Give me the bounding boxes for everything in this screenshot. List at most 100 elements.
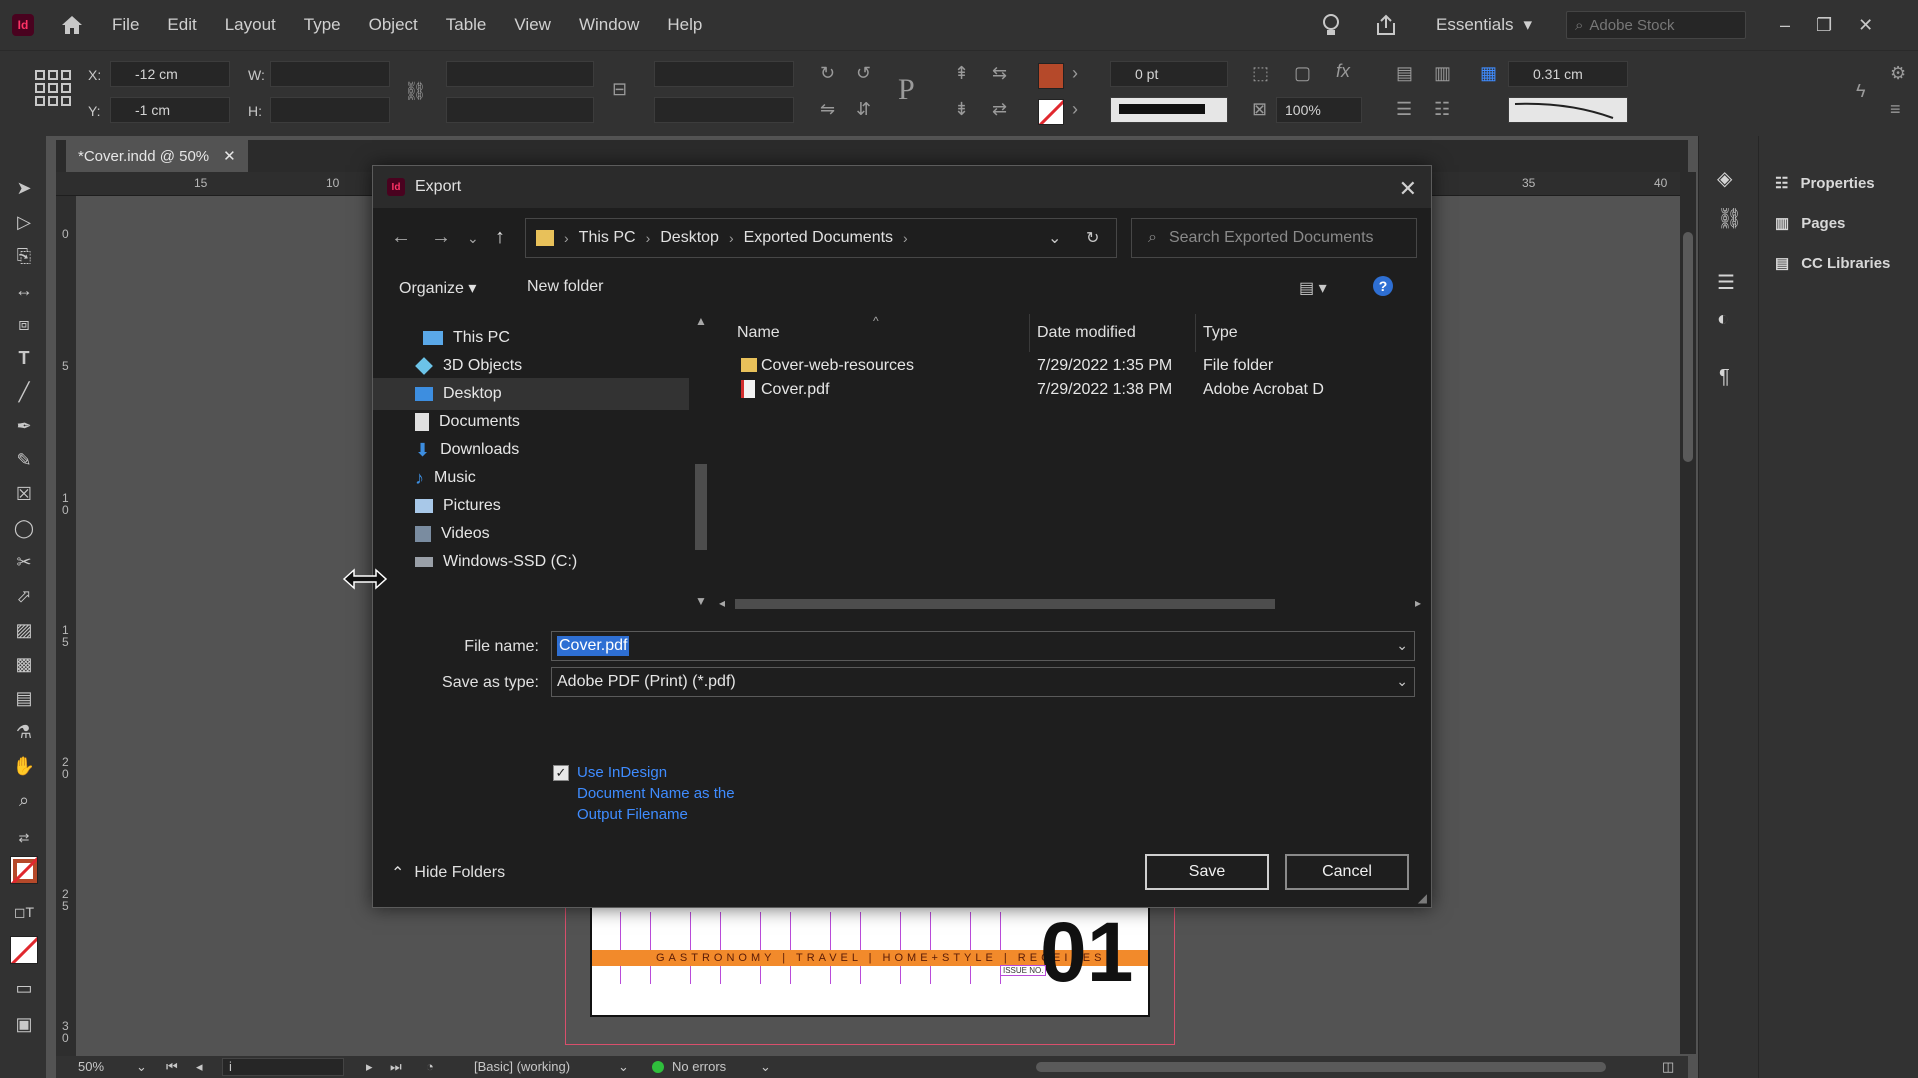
menu-view[interactable]: View [514, 15, 551, 35]
minimize-icon[interactable]: – [1780, 15, 1790, 36]
navigation-scrollbar[interactable]: ▲ ▼ [691, 314, 711, 612]
pencil-tool-icon[interactable]: ✎ [12, 448, 36, 472]
width-field[interactable] [270, 61, 390, 87]
open-page-icon[interactable]: ◔ [426, 1059, 434, 1074]
rectangle-frame-tool-icon[interactable]: ☒ [12, 482, 36, 506]
file-name-input[interactable]: Cover.pdf ⌄ [551, 631, 1415, 661]
stroke-type-select[interactable] [1110, 97, 1228, 123]
stroke-panel-icon[interactable]: ☰ [1717, 270, 1735, 295]
scroll-right-icon[interactable]: ▸ [1415, 596, 1421, 610]
split-view-icon[interactable]: ◫ [1662, 1059, 1674, 1075]
preflight-errors[interactable]: No errors [672, 1059, 726, 1074]
menu-file[interactable]: File [112, 15, 139, 35]
hide-folders-toggle[interactable]: ⌃ Hide Folders [391, 863, 505, 883]
distribute-icon[interactable]: ☷ [1434, 99, 1450, 120]
screen-mode-icon[interactable]: ▭ [12, 976, 36, 1000]
scroll-down-icon[interactable]: ▼ [695, 594, 707, 608]
panel-properties[interactable]: ☷ Properties [1775, 174, 1875, 193]
shear-field[interactable] [654, 97, 794, 123]
menu-table[interactable]: Table [446, 15, 487, 35]
swatches-icon[interactable]: ◐ [1717, 308, 1729, 331]
menu-window[interactable]: Window [579, 15, 639, 35]
select-next-icon[interactable]: ⇆ [992, 63, 1007, 84]
settings-gear-icon[interactable]: ⚙ [1890, 63, 1906, 84]
select-previous-icon[interactable]: ⇄ [992, 99, 1007, 120]
workspace-switcher[interactable]: Essentials ▾ [1436, 15, 1532, 35]
constrain-proportions-icon[interactable]: ⛓ [404, 81, 427, 102]
flip-horizontal-icon[interactable]: ⇋ [820, 99, 835, 120]
zoom-tool-icon[interactable]: ⌕ [12, 788, 36, 812]
panel-menu-icon[interactable]: ≡ [1890, 99, 1901, 120]
text-wrap-icon[interactable]: ▤ [1396, 63, 1413, 84]
use-document-name-option[interactable]: ✓ Use InDesign Document Name as the Outp… [553, 762, 737, 825]
rotate-ccw-icon[interactable]: ↺ [856, 63, 871, 84]
stroke-weight-field[interactable]: 0 pt [1110, 61, 1228, 87]
preview-mode-icon[interactable]: ▣ [12, 1012, 36, 1036]
layers-icon[interactable]: ◈ [1717, 166, 1732, 191]
recent-locations-icon[interactable]: ⌄ [467, 230, 479, 247]
preflight-profile[interactable]: [Basic] (working) [474, 1059, 570, 1074]
issue-number[interactable]: 01 [1040, 910, 1133, 994]
line-tool-icon[interactable]: ╱ [12, 380, 36, 404]
column-divider[interactable] [1195, 314, 1196, 352]
select-content-icon[interactable]: ⇟ [954, 99, 969, 120]
panel-cc-libraries[interactable]: ▤ CC Libraries [1775, 254, 1890, 273]
file-row[interactable]: Cover.pdf 7/29/2022 1:38 PM Adobe Acroba… [715, 376, 1431, 404]
first-page-icon[interactable]: ⏮ [166, 1059, 178, 1075]
save-button[interactable]: Save [1145, 854, 1269, 890]
scale-y-field[interactable] [446, 97, 594, 123]
page-number-field[interactable]: i [222, 1058, 344, 1076]
document-vertical-scrollbar[interactable] [1680, 172, 1696, 1054]
lightbulb-icon[interactable] [1320, 12, 1342, 38]
links-icon[interactable]: ⛓ [1717, 206, 1742, 231]
share-icon[interactable] [1374, 13, 1398, 37]
back-arrow-icon[interactable]: ← [391, 226, 411, 249]
x-position-field[interactable]: -12 cm [110, 61, 230, 87]
previous-page-icon[interactable]: ◂ [196, 1059, 203, 1075]
quick-apply-icon[interactable]: ϟ [1856, 81, 1866, 102]
direct-selection-tool-icon[interactable]: ▷ [12, 210, 36, 234]
rotate-cw-icon[interactable]: ↻ [820, 63, 835, 84]
eyedropper-tool-icon[interactable]: ⚗ [12, 720, 36, 744]
horizontal-scroll-thumb[interactable] [1036, 1062, 1606, 1072]
close-tab-icon[interactable]: ✕ [223, 147, 236, 165]
gradient-feather-tool-icon[interactable]: ▩ [12, 652, 36, 676]
chevron-down-icon[interactable]: ⌄ [1396, 637, 1408, 654]
drop-shadow-icon[interactable]: ▢ [1294, 63, 1311, 84]
breadcrumb-desktop[interactable]: Desktop [660, 229, 719, 247]
flip-vertical-icon[interactable]: ⇵ [856, 99, 871, 120]
apply-none-icon[interactable] [10, 936, 38, 964]
cancel-button[interactable]: Cancel [1285, 854, 1409, 890]
organize-button[interactable]: Organize ▾ [399, 278, 476, 298]
file-list-horizontal-scrollbar[interactable]: ◂ ▸ [715, 596, 1431, 612]
search-input[interactable]: ⌕ Search Exported Documents [1131, 218, 1417, 258]
menu-type[interactable]: Type [304, 15, 341, 35]
scroll-thumb[interactable] [695, 464, 707, 550]
close-icon[interactable]: ✕ [1399, 176, 1417, 202]
stroke-dropdown-icon[interactable]: › [1072, 99, 1078, 120]
next-page-icon[interactable]: ▸ [366, 1059, 373, 1075]
restore-icon[interactable]: ❐ [1816, 15, 1832, 36]
column-header-date[interactable]: Date modified [1037, 314, 1136, 352]
issue-label[interactable]: ISSUE NO. [1000, 965, 1047, 976]
column-header-type[interactable]: Type [1203, 314, 1238, 352]
corner-shape-select[interactable] [1508, 97, 1628, 123]
fit-frame-icon[interactable]: ⬚ [1252, 63, 1269, 84]
scroll-thumb[interactable] [1683, 232, 1693, 462]
zoom-dropdown-icon[interactable]: ⌄ [136, 1059, 147, 1075]
formatting-affects-container-icon[interactable]: ◻T [12, 900, 36, 924]
help-icon[interactable]: ? [1373, 276, 1393, 296]
align-icon[interactable]: ☰ [1396, 99, 1412, 120]
fill-stroke-proxy[interactable] [10, 856, 38, 884]
panel-pages[interactable]: ▥ Pages [1775, 214, 1845, 233]
use-document-name-checkbox[interactable]: ✓ [553, 765, 569, 781]
selection-tool-icon[interactable]: ➤ [12, 176, 36, 200]
resize-grip-icon[interactable]: ◢ [1418, 891, 1427, 905]
chevron-down-icon[interactable]: ⌄ [1396, 673, 1408, 690]
page-tool-icon[interactable]: ⎘ [12, 244, 36, 268]
opacity-field[interactable]: 100% [1276, 97, 1362, 123]
gradient-tool-icon[interactable]: ▨ [12, 618, 36, 642]
reference-point-icon[interactable] [34, 69, 72, 107]
menu-help[interactable]: Help [667, 15, 702, 35]
dialog-titlebar[interactable]: Id Export ✕ [373, 166, 1431, 208]
